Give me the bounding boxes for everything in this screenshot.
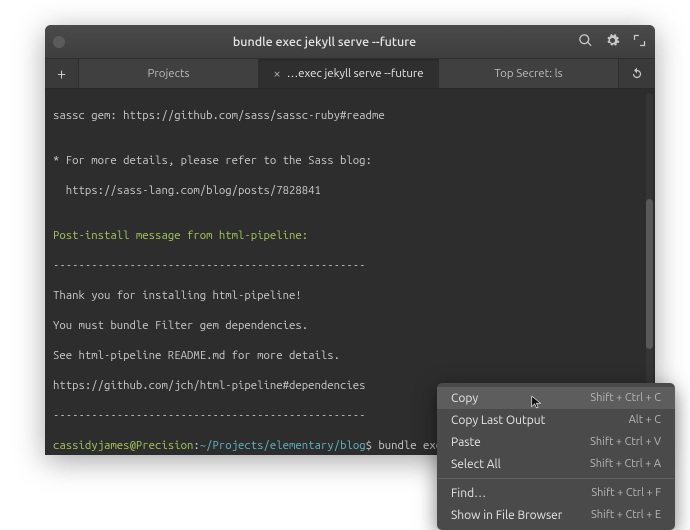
titlebar-actions (578, 33, 647, 51)
menu-label: Paste (451, 436, 481, 449)
context-menu: Copy Shift + Ctrl + C Copy Last Output A… (437, 383, 675, 530)
menu-label: Show in File Browser (451, 509, 562, 522)
search-icon[interactable] (578, 33, 593, 51)
new-tab-button[interactable]: + (45, 59, 79, 88)
close-window-button[interactable] (53, 36, 65, 48)
menu-item-select-all[interactable]: Select All Shift + Ctrl + A (437, 453, 675, 475)
menu-item-paste[interactable]: Paste Shift + Ctrl + V (437, 431, 675, 453)
refresh-button[interactable] (619, 59, 655, 88)
menu-label: Select All (451, 458, 501, 471)
maximize-icon[interactable] (632, 33, 647, 51)
scrollbar-thumb[interactable] (646, 199, 653, 349)
menu-item-find[interactable]: Find… Shift + Ctrl + F (437, 482, 675, 504)
close-icon[interactable]: × (273, 67, 280, 81)
terminal-line: Thank you for installing html-pipeline! (53, 288, 647, 303)
menu-shortcut: Shift + Ctrl + A (590, 458, 661, 470)
tab-label: Projects (148, 67, 190, 80)
menu-shortcut: Shift + Ctrl + F (591, 487, 661, 499)
menu-label: Copy Last Output (451, 414, 545, 427)
window-title: bundle exec jekyll serve --future (71, 35, 578, 49)
menu-label: Copy (451, 392, 478, 405)
menu-item-copy-last-output[interactable]: Copy Last Output Alt + C (437, 409, 675, 431)
terminal-line: * For more details, please refer to the … (53, 153, 647, 168)
terminal-line: https://sass-lang.com/blog/posts/7828841 (53, 183, 647, 198)
menu-item-copy[interactable]: Copy Shift + Ctrl + C (437, 387, 675, 409)
tab-jekyll-serve[interactable]: × …exec jekyll serve --future (259, 59, 439, 88)
tab-projects[interactable]: Projects (79, 59, 259, 88)
gear-icon[interactable] (605, 33, 620, 51)
terminal-line: See html-pipeline README.md for more det… (53, 348, 647, 363)
menu-shortcut: Alt + C (629, 414, 661, 426)
prompt-userhost: cassidyjames@Precision (53, 439, 193, 452)
terminal-line-postinstall: Post-install message from html-pipeline: (53, 228, 647, 243)
menu-shortcut: Shift + Ctrl + C (590, 392, 661, 404)
mouse-cursor-icon (530, 393, 544, 411)
titlebar: bundle exec jekyll serve --future (45, 25, 655, 59)
menu-shortcut: Shift + Ctrl + V (590, 436, 661, 448)
tab-top-secret[interactable]: Top Secret: ls (439, 59, 619, 88)
menu-separator (438, 478, 674, 479)
menu-item-show-in-file-browser[interactable]: Show in File Browser Shift + Ctrl + E (437, 504, 675, 526)
menu-shortcut: Shift + Ctrl + E (591, 509, 661, 521)
terminal-line: sassc gem: https://github.com/sass/sassc… (53, 108, 647, 123)
tab-bar: + Projects × …exec jekyll serve --future… (45, 59, 655, 89)
tab-label: …exec jekyll serve --future (287, 67, 424, 80)
menu-label: Find… (451, 487, 486, 500)
tab-label: Top Secret: ls (494, 67, 562, 80)
terminal-line: ----------------------------------------… (53, 258, 647, 273)
terminal-line: You must bundle Filter gem dependencies. (53, 318, 647, 333)
prompt-path: ~/Projects/elementary/blog (200, 439, 366, 452)
